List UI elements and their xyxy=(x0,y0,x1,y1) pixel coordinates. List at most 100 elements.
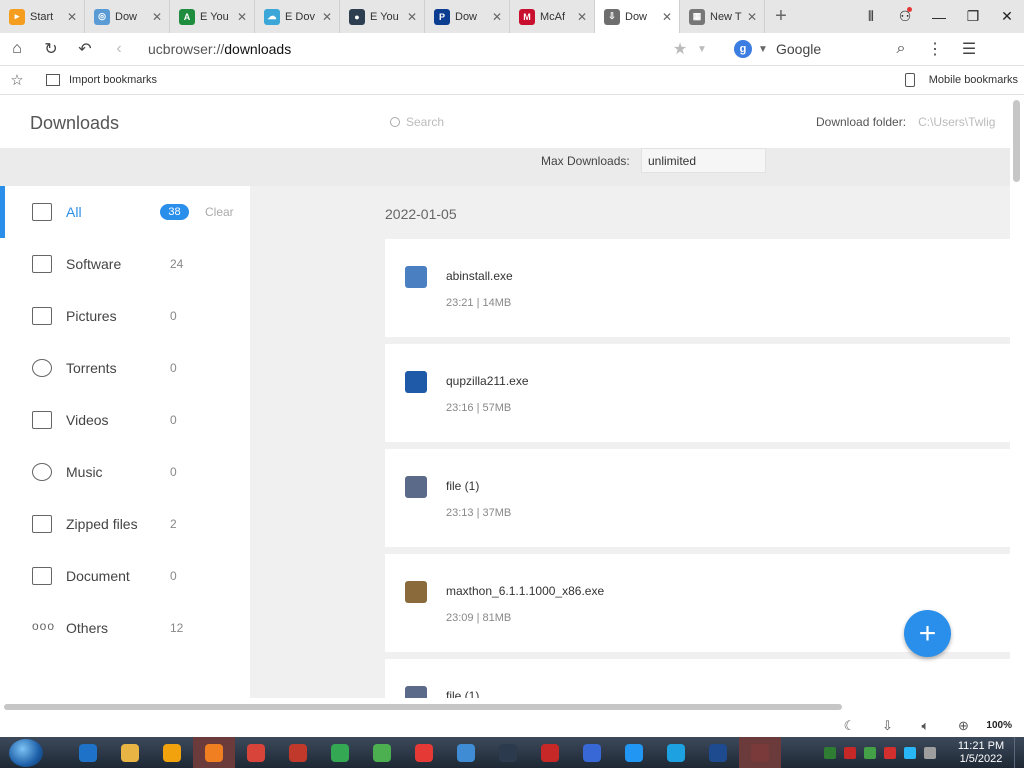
category-document[interactable]: Document 0 xyxy=(0,550,250,602)
tab-close-icon[interactable]: ✕ xyxy=(491,10,503,24)
downloads-search-input[interactable]: Search xyxy=(390,115,444,129)
taskbar-app-9[interactable] xyxy=(445,737,487,768)
taskbar-app-4[interactable] xyxy=(235,737,277,768)
mobile-bookmarks-button[interactable]: Mobile bookmarks xyxy=(904,73,1018,87)
tab-8[interactable]: ▦ New T ✕ xyxy=(680,0,765,33)
tab-close-icon[interactable]: ✕ xyxy=(151,10,163,24)
minimize-button[interactable]: — xyxy=(922,0,956,33)
category-pictures[interactable]: Pictures 0 xyxy=(0,290,250,342)
zoom-icon[interactable]: ⊕ xyxy=(944,718,982,734)
home-icon[interactable]: ⌂ xyxy=(0,33,34,66)
start-button[interactable] xyxy=(9,738,43,767)
tray-pdf-icon[interactable] xyxy=(844,746,856,759)
download-filename[interactable]: abinstall.exe xyxy=(446,269,513,283)
tab-6[interactable]: M McAf ✕ xyxy=(510,0,595,33)
reload-icon[interactable]: ↻ xyxy=(34,33,68,66)
category-torrents[interactable]: Torrents 0 xyxy=(0,342,250,394)
taskbar-app-6[interactable] xyxy=(319,737,361,768)
category-others[interactable]: ooo Others 12 xyxy=(0,602,250,654)
download-filename[interactable]: maxthon_6.1.1.1000_x86.exe xyxy=(446,584,604,598)
taskbar-app-16[interactable] xyxy=(739,737,781,768)
category-all[interactable]: All 38 Clear xyxy=(0,186,250,238)
download-item[interactable]: qupzilla211.exe 23:16 | 57MB xyxy=(385,344,1010,442)
tab-close-icon[interactable]: ✕ xyxy=(406,10,418,24)
category-software[interactable]: Software 24 xyxy=(0,238,250,290)
tray-network-icon[interactable] xyxy=(904,746,916,759)
address-bar[interactable]: ucbrowser://downloads xyxy=(148,41,668,57)
category-videos[interactable]: Videos 0 xyxy=(0,394,250,446)
tab-close-icon[interactable]: ✕ xyxy=(661,10,673,24)
tab-2[interactable]: A E You ✕ xyxy=(170,0,255,33)
taskbar-app-7[interactable] xyxy=(361,737,403,768)
download-item[interactable]: abinstall.exe 23:21 | 14MB xyxy=(385,239,1010,337)
tray-shield-icon[interactable] xyxy=(864,746,876,759)
maximize-button[interactable]: ❐ xyxy=(956,0,990,33)
undo-icon[interactable]: ↶ xyxy=(68,33,102,66)
taskbar-app-5[interactable] xyxy=(277,737,319,768)
meta-separator: | xyxy=(473,612,483,624)
taskbar-app-1[interactable] xyxy=(109,737,151,768)
category-zipped-files[interactable]: Zipped files 2 xyxy=(0,498,250,550)
download-filename[interactable]: file (1) xyxy=(446,689,479,698)
tab-4[interactable]: ● E You ✕ xyxy=(340,0,425,33)
download-filename[interactable]: file (1) xyxy=(446,479,479,493)
taskbar-app-8[interactable] xyxy=(403,737,445,768)
taskbar-app-3[interactable] xyxy=(193,737,235,768)
import-icon xyxy=(46,74,60,86)
download-folder-path[interactable]: C:\Users\Twlig xyxy=(918,115,995,129)
downloads-icon[interactable]: ⇩ xyxy=(868,718,906,734)
taskbar-app-0[interactable] xyxy=(67,737,109,768)
download-item[interactable]: file (1) xyxy=(385,659,1010,698)
bookmark-star-icon[interactable]: ★ xyxy=(668,39,692,59)
search-icon[interactable]: ⌕ xyxy=(884,33,918,66)
taskbar-app-10[interactable] xyxy=(487,737,529,768)
vertical-scrollbar[interactable] xyxy=(1010,96,1024,716)
zoom-level[interactable]: 100% xyxy=(986,720,1012,731)
taskbar-app-13[interactable] xyxy=(613,737,655,768)
close-window-button[interactable]: ✕ xyxy=(990,0,1024,33)
search-engine-selector[interactable]: g ▼ Google xyxy=(734,40,884,58)
add-download-button[interactable]: + xyxy=(904,610,951,657)
tab-1[interactable]: ◎ Dow ✕ xyxy=(85,0,170,33)
night-mode-icon[interactable]: ☾ xyxy=(830,718,868,734)
new-tab-button[interactable]: + xyxy=(765,0,797,33)
bookmarks-star-icon[interactable]: ☆ xyxy=(0,71,34,89)
taskbar-app-11[interactable] xyxy=(529,737,571,768)
tab-3[interactable]: ☁ E Dov ✕ xyxy=(255,0,340,33)
tab-close-icon[interactable]: ✕ xyxy=(66,10,78,24)
tab-close-icon[interactable]: ✕ xyxy=(236,10,248,24)
horizontal-scrollbar[interactable] xyxy=(0,698,1010,714)
clear-button[interactable]: Clear xyxy=(205,205,234,219)
tray-flag-icon[interactable] xyxy=(884,746,896,759)
download-filename[interactable]: qupzilla211.exe xyxy=(446,374,529,388)
chevron-down-icon[interactable]: ▼ xyxy=(692,44,712,55)
tray-volume-icon[interactable] xyxy=(924,746,936,759)
status-bar: ☾ ⇩ 🔈︎ ⊕ 100% xyxy=(0,714,1024,737)
taskbar-app-2[interactable] xyxy=(151,737,193,768)
taskbar-app-15[interactable] xyxy=(697,737,739,768)
tab-close-icon[interactable]: ✕ xyxy=(746,10,758,24)
tab-7[interactable]: ⇩ Dow ✕ xyxy=(595,0,680,33)
tab-close-icon[interactable]: ✕ xyxy=(576,10,588,24)
back-icon[interactable]: ‹ xyxy=(102,33,136,66)
vertical-scroll-thumb[interactable] xyxy=(1013,100,1020,182)
notification-icon[interactable]: ⚇ xyxy=(888,0,922,33)
taskbar-app-12[interactable] xyxy=(571,737,613,768)
tab-0[interactable]: ▸ Start ✕ xyxy=(0,0,85,33)
max-downloads-select[interactable]: unlimited xyxy=(641,148,766,173)
horizontal-scroll-thumb[interactable] xyxy=(4,704,842,710)
taskbar-app-14[interactable] xyxy=(655,737,697,768)
more-menu-icon[interactable]: ⋮ xyxy=(918,33,952,66)
tab-title: E You xyxy=(200,10,229,23)
tray-a-icon[interactable] xyxy=(824,746,836,759)
show-desktop-button[interactable] xyxy=(1014,737,1024,768)
tab-5[interactable]: P Dow ✕ xyxy=(425,0,510,33)
volume-icon[interactable]: 🔈︎ xyxy=(906,718,944,734)
hamburger-menu-icon[interactable]: ☰ xyxy=(952,33,986,66)
download-item[interactable]: file (1) 23:13 | 37MB xyxy=(385,449,1010,547)
taskbar-clock[interactable]: 11:21 PM 1/5/2022 xyxy=(948,740,1014,766)
tab-close-icon[interactable]: ✕ xyxy=(321,10,333,24)
sidebar-toggle-icon[interactable]: ⫴ xyxy=(854,0,888,33)
import-bookmarks-button[interactable]: Import bookmarks xyxy=(46,74,157,86)
category-music[interactable]: Music 0 xyxy=(0,446,250,498)
